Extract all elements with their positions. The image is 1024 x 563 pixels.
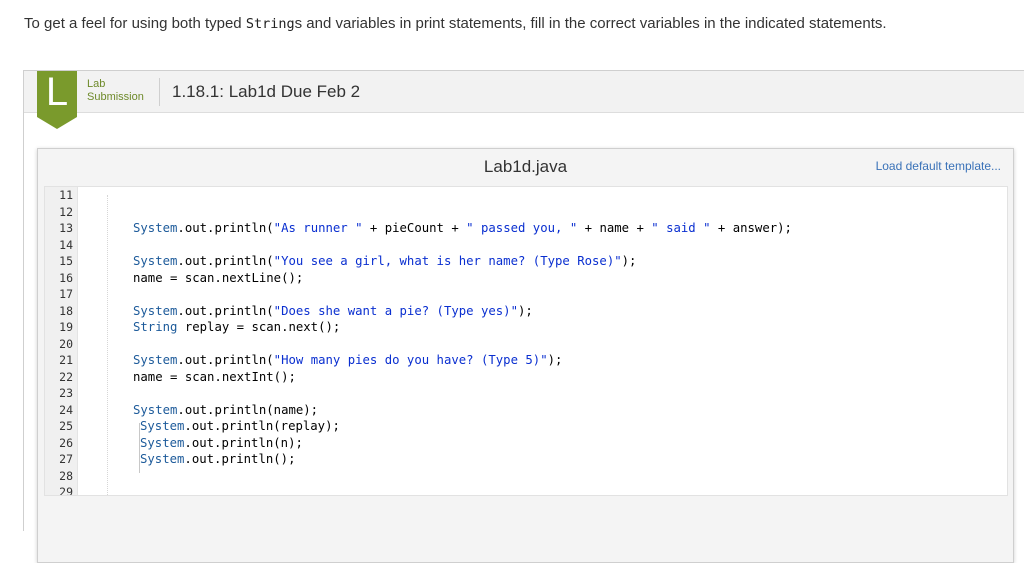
token-method: .out.println(: [177, 254, 274, 268]
token-string: " said ": [651, 221, 711, 235]
lab-activity-panel: Lab Submission 1.18.1: Lab1d Due Feb 2 L…: [23, 70, 1024, 563]
line-number: 11: [59, 188, 73, 202]
instructions-text: To get a feel for using both typed Strin…: [24, 13, 1004, 35]
token-string: "You see a girl, what is her name? (Type…: [273, 254, 622, 268]
code-line-27[interactable]: System.out.println();: [140, 451, 295, 468]
line-number: 18: [59, 303, 73, 318]
line-number: 25: [59, 419, 73, 433]
code-line-25[interactable]: System.out.println(replay);: [140, 418, 340, 435]
token-string: "How many pies do you have? (Type 5)": [273, 353, 548, 367]
token-object: System: [133, 254, 178, 268]
lab-title: 1.18.1: Lab1d Due Feb 2: [172, 82, 361, 101]
token-string: "Does she want a pie? (Type yes)": [273, 303, 518, 318]
line-number: 23: [59, 386, 73, 400]
token-expr: + answer);: [710, 221, 792, 235]
load-default-template-link[interactable]: Load default template...: [876, 159, 1001, 173]
token-method: .out.println(name);: [177, 402, 319, 417]
token-object: System: [140, 419, 185, 433]
token-string: " passed you, ": [466, 221, 578, 235]
line-number: 27: [59, 452, 73, 466]
token-expr: + name +: [577, 221, 652, 235]
line-number: 19: [59, 320, 73, 334]
code-line-13[interactable]: System.out.println("As runner " + pieCou…: [133, 220, 792, 237]
token-expr: + pieCount +: [362, 221, 467, 235]
code-line-26[interactable]: System.out.println(n);: [140, 435, 303, 452]
activity-type-line2: Submission: [87, 91, 144, 103]
badge-letter: L: [45, 70, 69, 114]
activity-type-label: Lab Submission: [87, 78, 157, 104]
token-method: .out.println(: [177, 303, 274, 318]
code-editor-panel: Lab1d.java Load default template... 11 1…: [37, 148, 1014, 563]
code-line-19[interactable]: String replay = scan.next();: [133, 319, 340, 336]
code-line-22[interactable]: name = scan.nextInt();: [133, 369, 296, 386]
indent-guide: [107, 195, 108, 495]
token-end: );: [621, 254, 637, 268]
token-plain: name = scan.nextInt();: [133, 369, 296, 384]
token-plain: name = scan.nextLine();: [133, 270, 304, 285]
line-number: 29: [59, 485, 73, 495]
line-number: 15: [59, 254, 73, 268]
lab-badge-icon: L: [37, 71, 77, 129]
line-number: 17: [59, 287, 73, 301]
token-method: .out.println();: [184, 452, 296, 466]
line-number: 20: [59, 336, 73, 351]
token-plain: replay = scan.next();: [177, 320, 341, 334]
line-number: 24: [59, 402, 73, 417]
instructions-code-string: String: [245, 16, 295, 32]
code-line-16[interactable]: name = scan.nextLine();: [133, 270, 303, 287]
token-object: System: [140, 435, 185, 450]
line-number: 22: [59, 369, 73, 384]
line-number: 12: [59, 204, 73, 219]
line-number-gutter: 11 12 13 14 15 16 17 18 19 20 21 22 23 2…: [45, 187, 78, 495]
line-number: 21: [59, 353, 73, 367]
token-object: System: [133, 221, 178, 235]
line-number: 26: [59, 435, 73, 450]
line-number: 28: [59, 468, 73, 483]
token-end: );: [517, 303, 533, 318]
token-method: .out.println(replay);: [184, 419, 340, 433]
token-end: );: [547, 353, 563, 367]
token-method: .out.println(: [177, 221, 274, 235]
instructions-before: To get a feel for using both typed: [24, 15, 246, 32]
code-editor[interactable]: 11 12 13 14 15 16 17 18 19 20 21 22 23 2…: [44, 186, 1008, 496]
token-method: .out.println(n);: [184, 435, 303, 450]
code-line-21[interactable]: System.out.println("How many pies do you…: [133, 352, 562, 369]
token-object: System: [140, 452, 185, 466]
token-string: "As runner ": [273, 221, 363, 235]
code-line-18[interactable]: System.out.println("Does she want a pie?…: [133, 303, 533, 320]
token-method: .out.println(: [177, 353, 274, 367]
code-line-15[interactable]: System.out.println("You see a girl, what…: [133, 253, 636, 270]
token-object: System: [133, 303, 178, 318]
token-type: String: [133, 320, 178, 334]
code-line-24[interactable]: System.out.println(name);: [133, 402, 318, 419]
line-number: 13: [59, 221, 73, 235]
lab-header: Lab Submission 1.18.1: Lab1d Due Feb 2: [24, 71, 1024, 113]
header-divider: [159, 78, 160, 106]
line-number: 16: [59, 270, 73, 285]
token-object: System: [133, 402, 178, 417]
token-object: System: [133, 353, 178, 367]
file-name-title: Lab1d.java: [483, 157, 568, 176]
instructions-after: s and variables in print statements, fil…: [294, 15, 887, 32]
line-number: 14: [59, 237, 73, 252]
activity-type-line1: Lab: [87, 78, 106, 90]
